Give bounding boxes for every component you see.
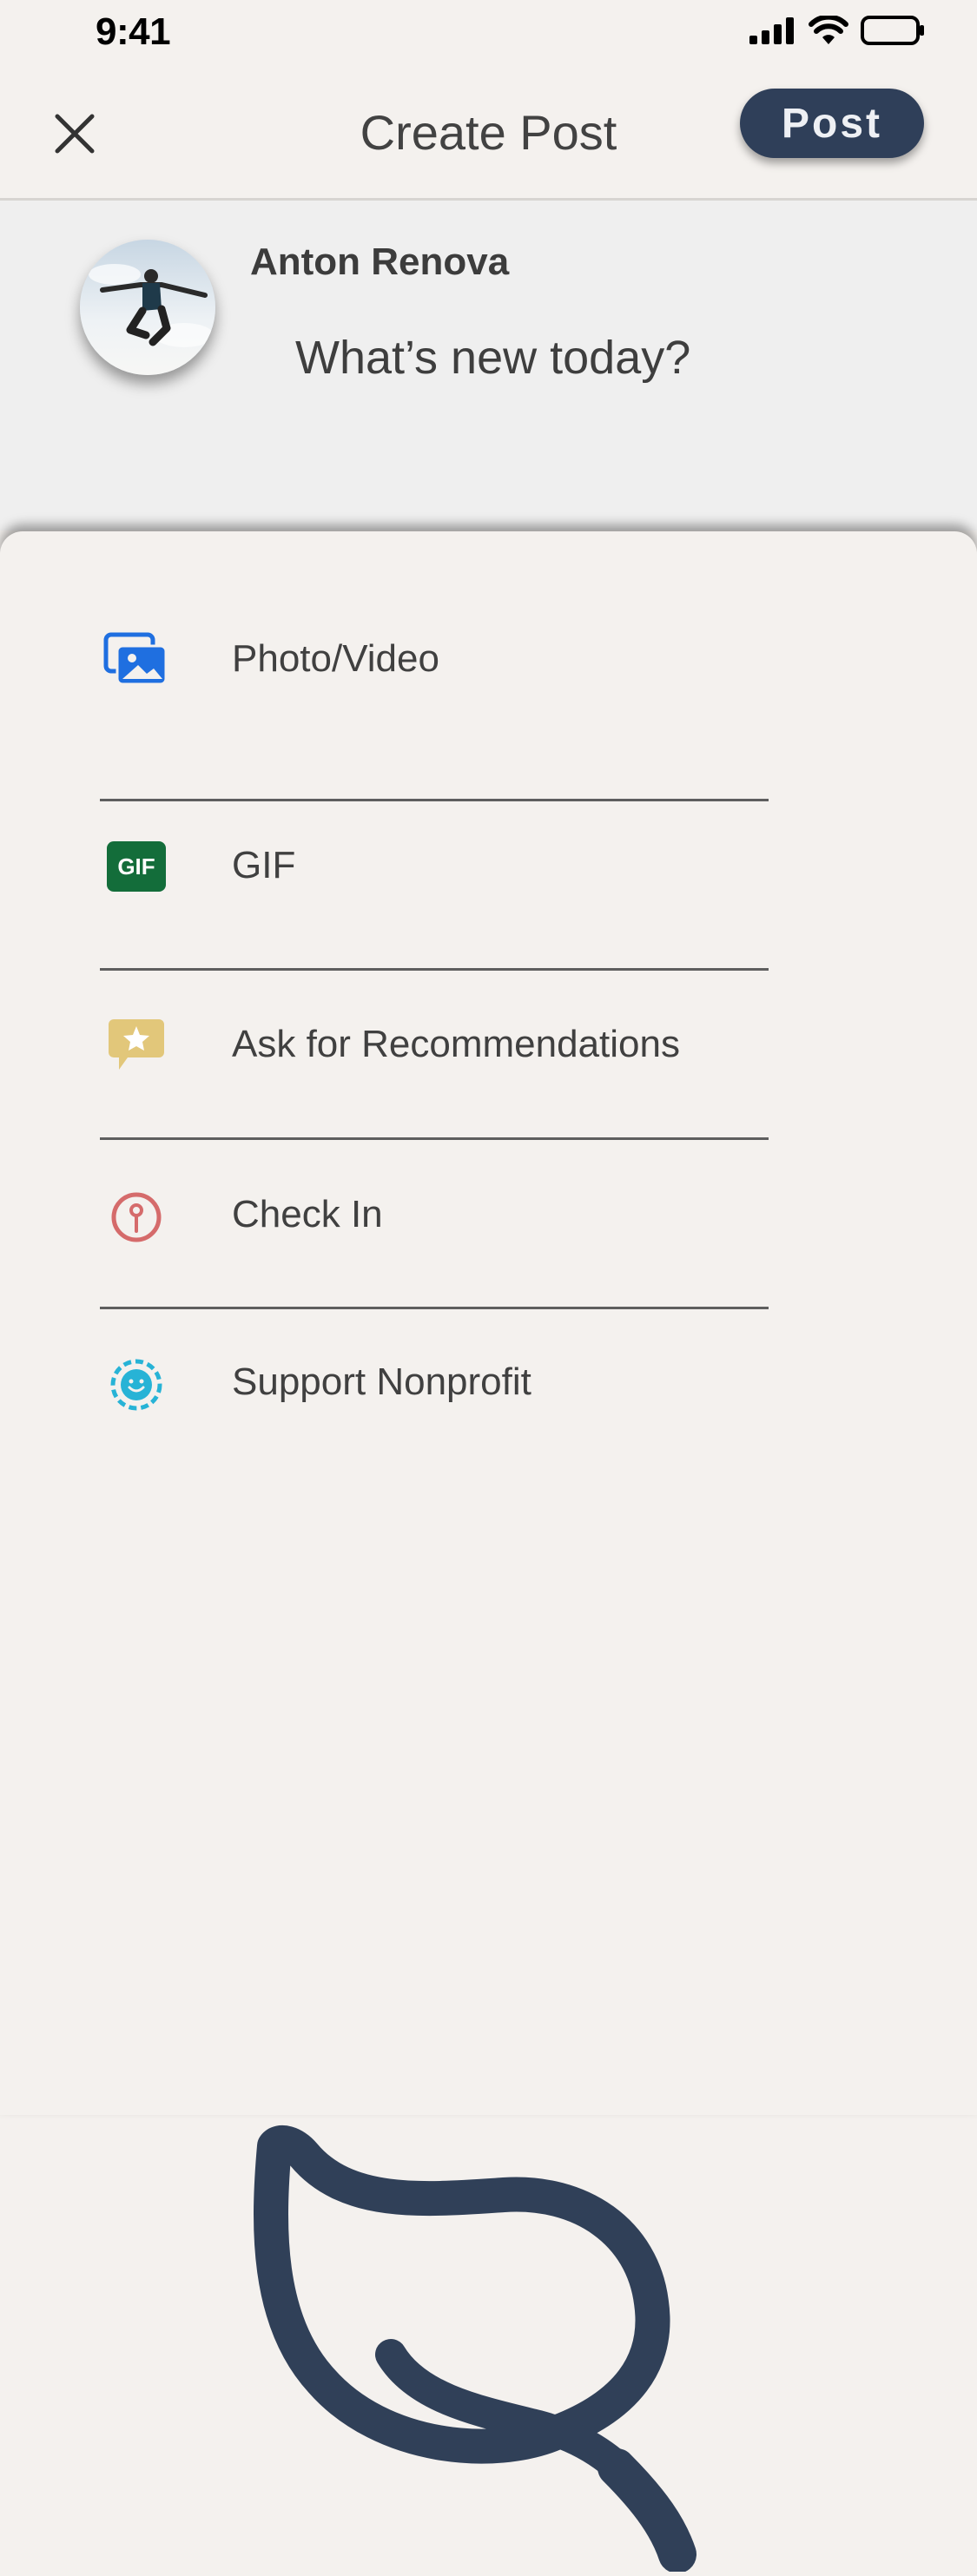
gif-icon: GIF [100,830,173,903]
divider [100,968,769,971]
option-check-in[interactable]: Check In [100,1192,769,1358]
post-button[interactable]: Post [740,89,924,158]
status-time: 9:41 [96,10,171,53]
header: Create Post Post [0,69,977,201]
avatar-photo [80,240,215,375]
photo-video-icon [100,623,173,696]
nonprofit-smile-icon [100,1348,173,1421]
location-pin-icon [100,1181,173,1254]
post-text-input[interactable] [295,331,851,385]
divider [100,799,769,801]
recommendation-icon [100,1009,173,1082]
divider [100,1137,769,1140]
svg-text:GIF: GIF [117,853,155,880]
option-label: Ask for Recommendations [232,1023,680,1065]
divider [100,1307,769,1309]
option-photo-video[interactable]: Photo/Video [100,623,769,788]
option-label: Photo/Video [232,637,439,680]
option-label: Check In [232,1193,383,1235]
status-bar: 9:41 [0,0,977,69]
wifi-icon [809,14,848,49]
post-options-sheet: Photo/Video GIF GIF Ask for Recommendati… [0,531,977,2573]
option-label: Support Nonprofit [232,1360,531,1403]
avatar[interactable] [80,240,215,375]
leaf-logo-icon [243,2120,747,2576]
signal-icon [749,16,796,49]
option-label: GIF [232,844,296,886]
username: Anton Renova [250,240,510,283]
battery-icon [861,16,925,49]
option-gif[interactable]: GIF GIF [100,841,769,1023]
status-icons [749,14,925,49]
option-ask-for-recommendations[interactable]: Ask for Recommendations [100,1019,769,1188]
composer: Anton Renova [0,201,977,530]
option-support-nonprofit[interactable]: Support Nonprofit [100,1359,769,1525]
